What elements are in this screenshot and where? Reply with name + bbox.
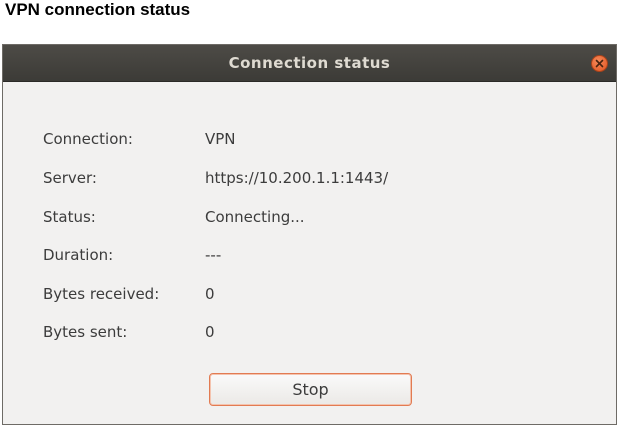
bytes-sent-value: 0 — [205, 323, 215, 341]
close-button[interactable] — [591, 55, 608, 72]
status-label: Status: — [43, 208, 96, 226]
dialog-titlebar[interactable]: Connection status — [3, 45, 616, 82]
bytes-received-row: Bytes received: 0 — [43, 285, 543, 307]
dialog-title: Connection status — [228, 54, 391, 72]
page-caption: VPN connection status — [5, 0, 191, 19]
server-row: Server: https://10.200.1.1:1443/ — [43, 169, 543, 191]
connection-label: Connection: — [43, 130, 133, 148]
status-row: Status: Connecting... — [43, 208, 543, 230]
connection-value: VPN — [205, 130, 236, 148]
status-value: Connecting... — [205, 208, 305, 226]
connection-status-dialog: Connection status Connection: VPN Server… — [2, 44, 617, 425]
bytes-received-label: Bytes received: — [43, 285, 160, 303]
stop-button[interactable]: Stop — [209, 373, 412, 406]
bytes-sent-row: Bytes sent: 0 — [43, 323, 543, 345]
dialog-content: Connection: VPN Server: https://10.200.1… — [3, 82, 616, 424]
duration-row: Duration: --- — [43, 246, 543, 268]
bytes-sent-label: Bytes sent: — [43, 323, 128, 341]
duration-value: --- — [205, 246, 222, 264]
close-icon — [595, 59, 604, 68]
duration-label: Duration: — [43, 246, 114, 264]
server-label: Server: — [43, 169, 97, 187]
bytes-received-value: 0 — [205, 285, 215, 303]
connection-row: Connection: VPN — [43, 130, 543, 152]
server-value: https://10.200.1.1:1443/ — [205, 169, 389, 187]
